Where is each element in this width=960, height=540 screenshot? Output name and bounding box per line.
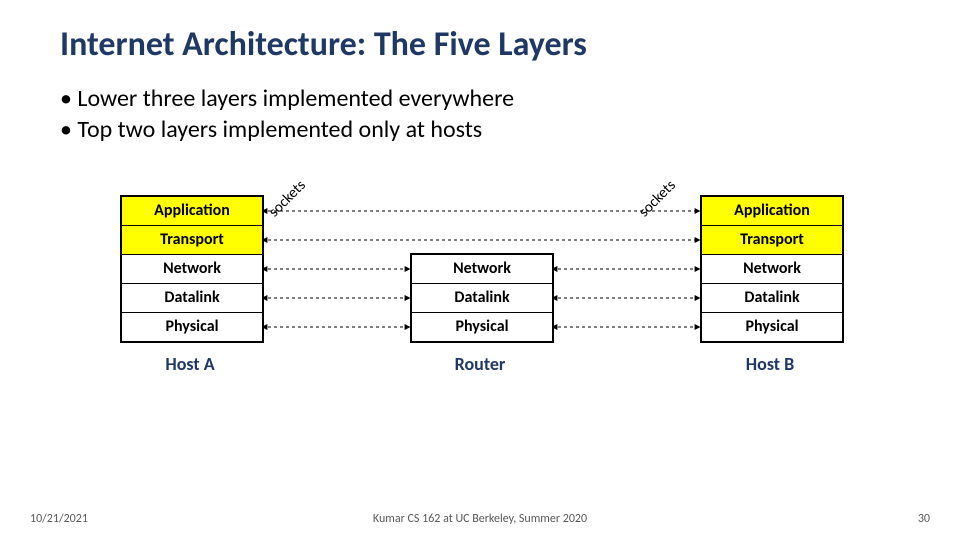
host-b-stack: Application Transport Network Datalink P…: [700, 195, 844, 343]
layer-cell: Physical: [122, 312, 262, 341]
bullet-item: Top two layers implemented only at hosts: [60, 114, 900, 145]
layers-diagram: Application Transport Network Datalink P…: [120, 175, 840, 405]
layer-cell: Datalink: [412, 283, 552, 312]
sockets-label-right: sockets: [635, 177, 679, 221]
layer-cell: Physical: [412, 312, 552, 341]
slide: Internet Architecture: The Five Layers L…: [0, 0, 960, 540]
layer-cell: Application: [702, 197, 842, 225]
layer-cell: Datalink: [122, 283, 262, 312]
layer-cell: Network: [412, 255, 552, 283]
bullet-list: Lower three layers implemented everywher…: [60, 83, 900, 145]
sockets-label-left: sockets: [265, 177, 309, 221]
router-stack: Network Datalink Physical: [410, 253, 554, 343]
layer-cell: Physical: [702, 312, 842, 341]
layer-cell: Transport: [122, 225, 262, 254]
layer-cell: Transport: [702, 225, 842, 254]
router-label: Router: [410, 353, 550, 375]
layer-cell: Network: [702, 254, 842, 283]
footer-page-number: 30: [918, 512, 930, 526]
bullet-item: Lower three layers implemented everywher…: [60, 83, 900, 114]
host-a-stack: Application Transport Network Datalink P…: [120, 195, 264, 343]
layer-cell: Datalink: [702, 283, 842, 312]
layer-cell: Network: [122, 254, 262, 283]
host-b-label: Host B: [700, 353, 840, 375]
slide-title: Internet Architecture: The Five Layers: [60, 24, 900, 65]
layer-cell: Application: [122, 197, 262, 225]
footer-center: Kumar CS 162 at UC Berkeley, Summer 2020: [0, 512, 960, 526]
host-a-label: Host A: [120, 353, 260, 375]
